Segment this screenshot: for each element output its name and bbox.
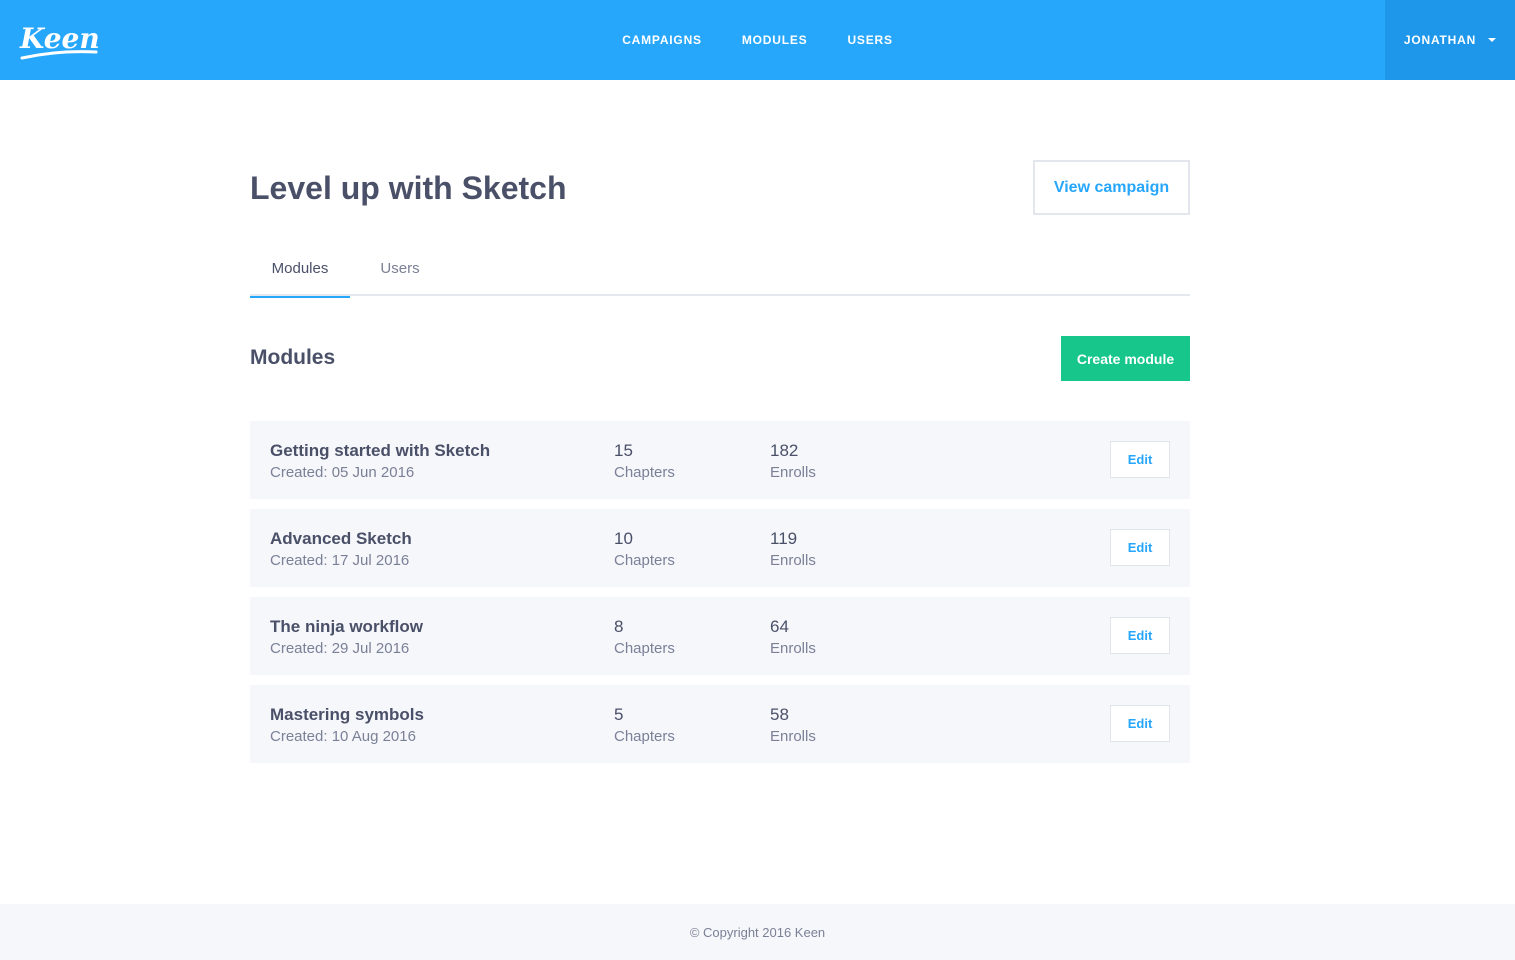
module-name: The ninja workflow [270, 617, 424, 636]
tab-modules[interactable]: Modules [250, 240, 350, 298]
chevron-down-icon [1488, 38, 1497, 42]
chapters-label: Chapters [614, 552, 675, 569]
chapters-label: Chapters [614, 464, 675, 481]
module-created-date: Created: 05 Jun 2016 [270, 464, 415, 481]
module-row: Mastering symbols Created: 10 Aug 2016 5… [250, 685, 1190, 763]
enrolls-label: Enrolls [770, 464, 816, 481]
edit-button[interactable]: Edit [1110, 529, 1170, 566]
chapters-label: Chapters [614, 728, 675, 745]
keen-logo[interactable]: Keen [18, 16, 102, 64]
module-row: Getting started with Sketch Created: 05 … [250, 421, 1190, 499]
enrolls-label: Enrolls [770, 728, 816, 745]
module-created-date: Created: 29 Jul 2016 [270, 640, 410, 657]
module-name: Advanced Sketch [270, 529, 412, 548]
enrolls-label: Enrolls [770, 552, 816, 569]
user-name: JONATHAN [1403, 33, 1477, 47]
enrolls-count: 119 [770, 529, 798, 548]
copyright-text: © Copyright 2016 Keen [689, 924, 826, 940]
logo-text: Keen [19, 22, 100, 55]
edit-button[interactable]: Edit [1110, 705, 1170, 742]
enrolls-count: 58 [770, 705, 789, 724]
module-created-date: Created: 10 Aug 2016 [270, 728, 416, 745]
create-module-button[interactable]: Create module [1061, 336, 1190, 381]
enrolls-count: 182 [770, 441, 799, 460]
chapters-label: Chapters [614, 640, 675, 657]
chapters-count: 5 [614, 705, 624, 724]
view-campaign-button[interactable]: View campaign [1033, 160, 1190, 215]
chapters-count: 10 [614, 529, 633, 548]
tab-bar: Modules Users [250, 240, 1190, 298]
edit-button[interactable]: Edit [1110, 617, 1170, 654]
module-name: Mastering symbols [270, 705, 424, 724]
module-created-date: Created: 17 Jul 2016 [270, 552, 410, 569]
chapters-count: 15 [614, 441, 633, 460]
module-name: Getting started with Sketch [270, 441, 491, 460]
page-title: Level up with Sketch [250, 170, 567, 206]
nav-users[interactable]: USERS [847, 33, 892, 47]
module-row: The ninja workflow Created: 29 Jul 2016 … [250, 597, 1190, 675]
nav-campaigns[interactable]: CAMPAIGNS [622, 33, 702, 47]
enrolls-label: Enrolls [770, 640, 816, 657]
chapters-count: 8 [614, 617, 624, 636]
tab-users[interactable]: Users [360, 240, 440, 296]
nav-modules[interactable]: MODULES [742, 33, 808, 47]
section-title: Modules [250, 346, 336, 369]
module-row: Advanced Sketch Created: 17 Jul 2016 10 … [250, 509, 1190, 587]
edit-button[interactable]: Edit [1110, 441, 1170, 478]
top-navigation-bar: Keen CAMPAIGNS MODULES USERS JONATHAN [0, 0, 1515, 80]
module-list: Getting started with Sketch Created: 05 … [250, 421, 1190, 773]
footer: © Copyright 2016 Keen [0, 904, 1515, 960]
main-nav: CAMPAIGNS MODULES USERS [0, 0, 1515, 80]
enrolls-count: 64 [770, 617, 789, 636]
user-menu[interactable]: JONATHAN [1385, 0, 1515, 80]
